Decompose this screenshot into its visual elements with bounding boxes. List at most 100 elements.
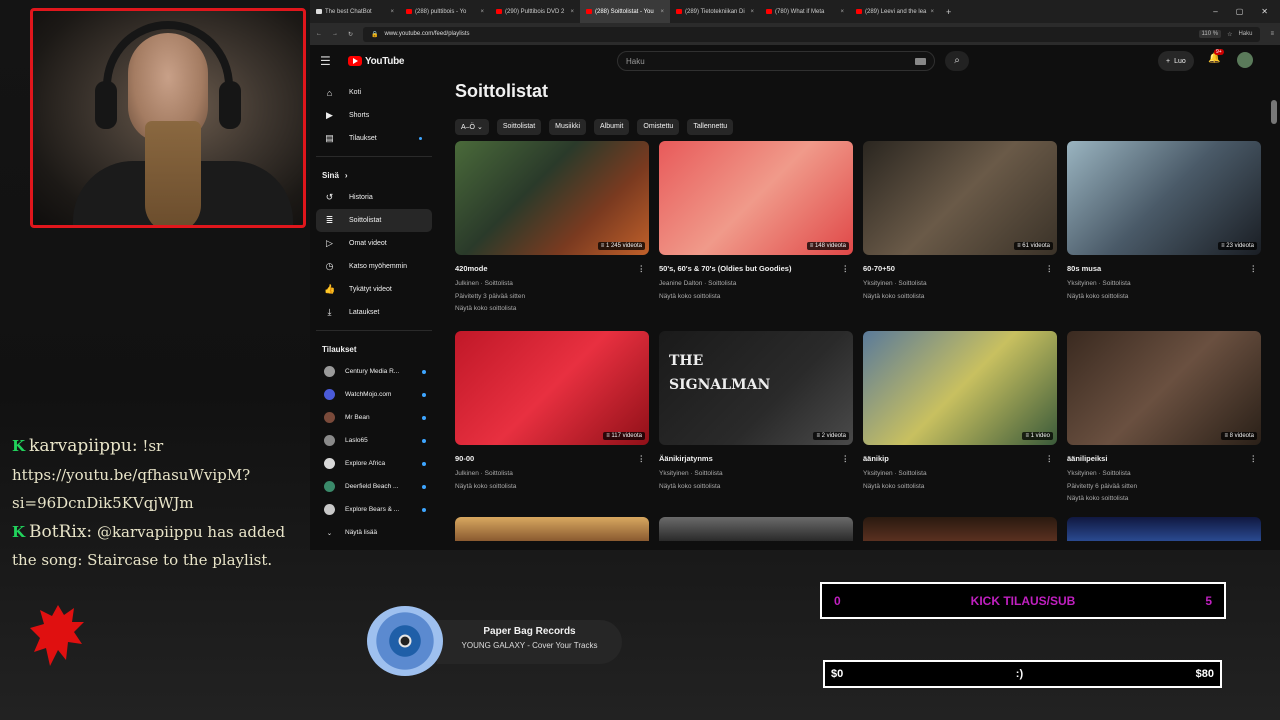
sidebar-item-my-videos[interactable]: ▷ Omat videot xyxy=(316,232,432,255)
more-options-icon[interactable]: ⋮ xyxy=(1250,264,1262,273)
close-icon[interactable]: × xyxy=(660,9,664,15)
more-options-icon[interactable]: ⋮ xyxy=(842,264,854,273)
more-options-icon[interactable]: ⋮ xyxy=(842,454,854,463)
sidebar-channel[interactable]: Explore Bears & ... xyxy=(316,498,432,521)
browser-tab[interactable]: (288) pulttibois - Yo × xyxy=(400,0,490,23)
playlist-card[interactable]: ≡ 117 videota 90-00 ⋮ Julkinen · Soittolist… xyxy=(455,331,649,509)
playlist-thumbnail[interactable]: ≡ 148 videota xyxy=(659,141,853,255)
playlist-thumbnail[interactable]: ≡ 1 245 videota xyxy=(455,141,649,255)
close-icon[interactable]: × xyxy=(930,9,934,15)
sidebar-section-you[interactable]: Sinä › xyxy=(316,156,432,186)
notifications-bell-icon[interactable]: 🔔 9+ xyxy=(1208,49,1224,64)
new-tab-icon[interactable]: + xyxy=(940,7,957,17)
sidebar-item-watch-later[interactable]: ◷ Katso myöhemmin xyxy=(316,255,432,278)
browser-tab-active[interactable]: (288) Soittolistat - You × xyxy=(580,0,670,23)
view-full-playlist-link[interactable]: Näytä koko soittolista xyxy=(455,303,649,316)
more-options-icon[interactable]: ⋮ xyxy=(638,454,650,463)
view-full-playlist-link[interactable]: Näytä koko soittolista xyxy=(455,481,649,494)
playlist-card[interactable]: ≡ 8 videota äänilipeiksi ⋮ Yksityinen · Soi… xyxy=(1067,331,1261,509)
more-options-icon[interactable]: ⋮ xyxy=(1250,454,1262,463)
sidebar-channel[interactable]: Mr Bean xyxy=(316,406,432,429)
playlist-thumbnail-peek[interactable] xyxy=(455,517,649,541)
avatar[interactable] xyxy=(1237,52,1253,68)
hamburger-menu-icon[interactable]: ☰ xyxy=(320,54,348,68)
sidebar-channel[interactable]: Century Media R... xyxy=(316,360,432,383)
youtube-logo[interactable]: YouTube xyxy=(348,56,405,67)
playlist-thumbnail-peek[interactable] xyxy=(863,517,1057,541)
forward-icon[interactable]: → xyxy=(332,31,338,37)
playlist-title[interactable]: Äänikirjatynms ⋮ xyxy=(659,454,853,463)
browser-tab[interactable]: (289) Leevi and the lea × xyxy=(850,0,940,23)
chip-music[interactable]: Musiikki xyxy=(549,119,587,135)
playlist-thumbnail[interactable]: ≡ 117 videota xyxy=(455,331,649,445)
view-full-playlist-link[interactable]: Näytä koko soittolista xyxy=(863,481,1057,494)
playlist-card[interactable]: ≡ 23 videota 80s musa ⋮ Yksityinen · Soitto… xyxy=(1067,141,1261,319)
playlist-thumbnail-peek[interactable] xyxy=(1067,517,1261,541)
sidebar-item-subscriptions[interactable]: ▤ Tilaukset xyxy=(316,127,432,150)
sidebar-channel[interactable]: WatchMojo.com xyxy=(316,383,432,406)
view-full-playlist-link[interactable]: Näytä koko soittolista xyxy=(659,481,853,494)
more-options-icon[interactable]: ⋮ xyxy=(638,264,650,273)
sort-chip[interactable]: A–Ö ⌄ xyxy=(455,119,489,135)
playlist-thumbnail[interactable]: ≡ 8 videota xyxy=(1067,331,1261,445)
browser-tab[interactable]: (290) Pulttibois DVD 2 × xyxy=(490,0,580,23)
sidebar-item-history[interactable]: ↺ Historia xyxy=(316,186,432,209)
close-window-icon[interactable]: ✕ xyxy=(1261,7,1268,16)
sidebar-channel[interactable]: Deerfield Beach ... xyxy=(316,475,432,498)
close-icon[interactable]: × xyxy=(570,9,574,15)
playlist-thumbnail[interactable]: ≡ 1 video xyxy=(863,331,1057,445)
back-icon[interactable]: ← xyxy=(316,31,322,37)
playlist-title[interactable]: 50's, 60's & 70's (Oldies but Goodies) ⋮ xyxy=(659,264,853,273)
show-more-button[interactable]: ⌄ Näytä lisää xyxy=(316,521,432,544)
view-full-playlist-link[interactable]: Näytä koko soittolista xyxy=(1067,493,1261,506)
search-button[interactable]: ⌕ xyxy=(945,51,969,71)
playlist-card[interactable]: ≡ 1 video äänikip ⋮ Yksityinen · Soittolist… xyxy=(863,331,1057,509)
menu-icon[interactable]: ≡ xyxy=(1270,31,1274,37)
zoom-level[interactable]: 110 % xyxy=(1198,30,1222,38)
playlist-title[interactable]: 420mode ⋮ xyxy=(455,264,649,273)
scrollbar[interactable] xyxy=(1271,100,1277,124)
view-full-playlist-link[interactable]: Näytä koko soittolista xyxy=(1067,291,1261,304)
sidebar-item-shorts[interactable]: ▶ Shorts xyxy=(316,104,432,127)
close-icon[interactable]: × xyxy=(480,9,484,15)
maximize-icon[interactable]: ▢ xyxy=(1236,7,1244,16)
view-full-playlist-link[interactable]: Näytä koko soittolista xyxy=(863,291,1057,304)
sidebar-item-home[interactable]: ⌂ Koti xyxy=(316,81,432,104)
playlist-card[interactable]: THE SIGNALMAN ≡ 2 videota Äänikirjatynms ⋮ Y… xyxy=(659,331,853,509)
keyboard-icon[interactable] xyxy=(915,57,926,65)
playlist-thumbnail-peek[interactable] xyxy=(659,517,853,541)
playlist-thumbnail[interactable]: ≡ 23 videota xyxy=(1067,141,1261,255)
close-icon[interactable]: × xyxy=(750,9,754,15)
sidebar-channel[interactable]: Laslo65 xyxy=(316,429,432,452)
sidebar-item-playlists[interactable]: ≣ Soittolistat xyxy=(316,209,432,232)
playlist-card[interactable]: ≡ 1 245 videota 420mode ⋮ Julkinen · Soitto… xyxy=(455,141,649,319)
sidebar-item-liked[interactable]: 👍 Tykätyt videot xyxy=(316,278,432,301)
chip-saved[interactable]: Tallennettu xyxy=(687,119,734,135)
chip-albums[interactable]: Albumit xyxy=(594,119,630,135)
search-input[interactable]: Haku xyxy=(617,51,935,71)
playlist-title[interactable]: 60-70+50 ⋮ xyxy=(863,264,1057,273)
playlist-thumbnail[interactable]: ≡ 61 videota xyxy=(863,141,1057,255)
playlist-title[interactable]: 80s musa ⋮ xyxy=(1067,264,1261,273)
minimize-icon[interactable]: – xyxy=(1213,7,1217,16)
reload-icon[interactable]: ↻ xyxy=(348,31,353,38)
side-search-label[interactable]: Haku xyxy=(1238,31,1252,37)
view-full-playlist-link[interactable]: Näytä koko soittolista xyxy=(659,291,853,304)
more-options-icon[interactable]: ⋮ xyxy=(1046,264,1058,273)
address-bar[interactable]: 🔒 www.youtube.com/feed/playlists 110 % ☆… xyxy=(363,26,1261,42)
browser-tab[interactable]: (289) Tietotekniikan Di × xyxy=(670,0,760,23)
chip-playlists[interactable]: Soittolistat xyxy=(496,119,542,135)
chip-owned[interactable]: Omistettu xyxy=(637,119,680,135)
sidebar-channel[interactable]: Explore Africa xyxy=(316,452,432,475)
playlist-title[interactable]: äänilipeiksi ⋮ xyxy=(1067,454,1261,463)
more-options-icon[interactable]: ⋮ xyxy=(1046,454,1058,463)
create-button[interactable]: + Luo xyxy=(1158,51,1194,71)
bookmark-star-icon[interactable]: ☆ xyxy=(1227,31,1232,38)
playlist-thumbnail[interactable]: THE SIGNALMAN ≡ 2 videota xyxy=(659,331,853,445)
browser-tab[interactable]: The best ChatBot × xyxy=(310,0,400,23)
close-icon[interactable]: × xyxy=(390,9,394,15)
playlist-title[interactable]: äänikip ⋮ xyxy=(863,454,1057,463)
sidebar-item-downloads[interactable]: ⤓ Lataukset xyxy=(316,301,432,324)
browser-tab[interactable]: (780) What if Meta × xyxy=(760,0,850,23)
close-icon[interactable]: × xyxy=(840,9,844,15)
